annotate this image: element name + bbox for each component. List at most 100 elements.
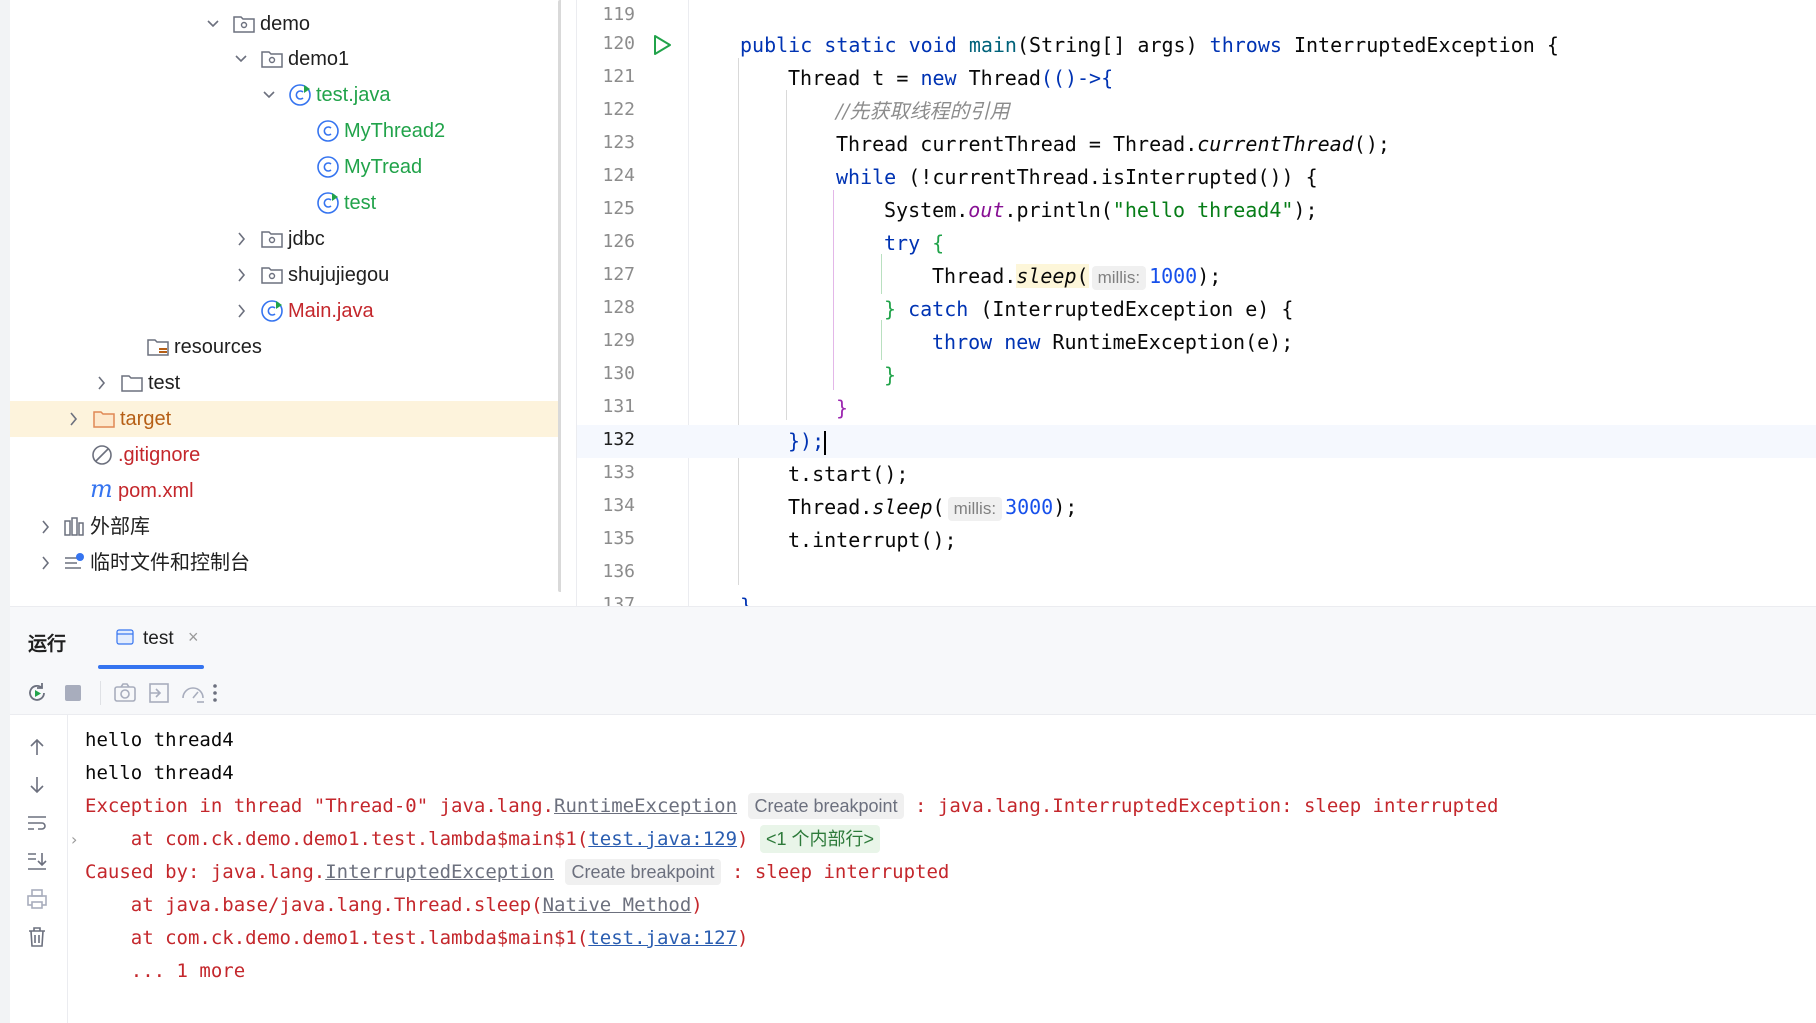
chevron-down-icon[interactable] xyxy=(206,15,220,33)
code-line: 131 } xyxy=(577,392,1816,425)
restore-layout-icon[interactable] xyxy=(146,680,172,706)
tree-item-test-folder[interactable]: test xyxy=(10,365,561,401)
tree-item-label: shujujiegou xyxy=(288,264,390,286)
tree-item-external-libraries[interactable]: 外部库 xyxy=(10,509,561,545)
trash-icon[interactable] xyxy=(25,925,49,949)
package-folder-icon xyxy=(261,231,283,248)
down-arrow-icon[interactable] xyxy=(25,773,49,797)
code-line: 129 throw new RuntimeException(e); xyxy=(577,326,1816,359)
chevron-right-icon[interactable] xyxy=(38,554,52,572)
rerun-icon[interactable] xyxy=(24,680,50,706)
param-hint: millis: xyxy=(947,497,1003,521)
code-text: Thread.sleep(millis: 3000); xyxy=(788,495,1078,521)
run-tab-bar: 运行 test × xyxy=(10,607,1816,669)
console-line: at java.base/java.lang.Thread.sleep(Nati… xyxy=(85,894,703,916)
tab-test[interactable]: test × xyxy=(88,621,214,669)
tree-item-test-java[interactable]: test.java xyxy=(10,77,561,113)
tree-item-gitignore[interactable]: .gitignore xyxy=(10,437,561,473)
soft-wrap-icon[interactable] xyxy=(25,811,49,835)
tree-item-test-class[interactable]: test xyxy=(10,185,561,221)
create-breakpoint-button[interactable]: Create breakpoint xyxy=(748,793,904,819)
tree-item-demo[interactable]: demo xyxy=(10,6,561,42)
line-number: 121 xyxy=(602,66,635,87)
stop-icon[interactable] xyxy=(60,680,86,706)
create-breakpoint-button[interactable]: Create breakpoint xyxy=(565,859,721,885)
resources-folder-icon xyxy=(147,339,169,356)
tree-item-label: MyTread xyxy=(344,156,423,178)
console-output[interactable]: hello thread4 hello thread4 Exception in… xyxy=(71,725,1816,989)
line-number: 127 xyxy=(602,264,635,285)
up-arrow-icon[interactable] xyxy=(25,735,49,759)
tree-item-target[interactable]: target xyxy=(10,401,561,437)
code-text: while (!currentThread.isInterrupted()) { xyxy=(836,165,1318,189)
tree-item-main-java[interactable]: Main.java xyxy=(10,293,561,329)
tree-item-label: Main.java xyxy=(288,300,374,322)
text-caret xyxy=(824,430,827,455)
tree-item-resources[interactable]: resources xyxy=(10,329,561,365)
source-link[interactable]: test.java:129 xyxy=(588,828,737,850)
tree-item-label: target xyxy=(120,408,172,430)
code-line: 121 Thread t = new Thread(()->{ xyxy=(577,62,1816,95)
code-text: }); xyxy=(788,429,827,455)
console-line: at com.ck.demo.demo1.test.lambda$main$1(… xyxy=(85,927,749,949)
scratches-icon xyxy=(65,553,84,569)
package-folder-icon xyxy=(261,51,283,68)
screenshot-icon[interactable] xyxy=(112,680,138,706)
project-tree: demo demo1 test.java MyThread2 MyTread t… xyxy=(0,0,561,606)
code-text: Thread t = new Thread(()->{ xyxy=(788,66,1114,90)
tree-item-label: demo xyxy=(260,13,311,35)
print-icon[interactable] xyxy=(25,887,49,911)
chevron-right-icon[interactable] xyxy=(94,374,108,392)
tree-item-label: test xyxy=(148,372,181,394)
tree-item-label: resources xyxy=(174,336,262,358)
tree-scrollbar[interactable] xyxy=(558,0,561,592)
native-method-link[interactable]: Native Method xyxy=(543,894,692,916)
code-line: 133 t.start(); xyxy=(577,458,1816,491)
source-link[interactable]: test.java:127 xyxy=(588,927,737,949)
code-comment: //先获取线程的引用 xyxy=(836,99,1010,123)
line-number: 135 xyxy=(602,528,635,549)
code-line: 123 Thread currentThread = Thread.curren… xyxy=(577,128,1816,161)
console-tab-icon xyxy=(116,629,134,645)
chevron-right-icon[interactable] xyxy=(38,518,52,536)
tree-item-jdbc[interactable]: jdbc xyxy=(10,221,561,257)
class-link[interactable]: RuntimeException xyxy=(554,795,737,817)
class-link[interactable]: InterruptedException xyxy=(325,861,554,883)
chevron-right-icon[interactable] xyxy=(234,266,248,284)
tree-item-mytread[interactable]: MyTread xyxy=(10,149,561,185)
code-text: } xyxy=(884,363,897,387)
java-class-runnable-icon xyxy=(289,84,311,106)
console-side-toolbar xyxy=(10,715,68,1023)
param-hint: millis: xyxy=(1091,266,1147,290)
tree-item-label: 外部库 xyxy=(90,516,150,538)
ignored-file-icon xyxy=(92,445,112,465)
folder-icon xyxy=(121,375,143,392)
libraries-icon xyxy=(64,517,84,536)
chevron-right-icon[interactable] xyxy=(66,410,80,428)
close-icon[interactable]: × xyxy=(188,627,199,648)
scroll-to-end-icon[interactable] xyxy=(25,849,49,873)
line-number: 130 xyxy=(602,363,635,384)
code-text: System.out.println("hello thread4"); xyxy=(884,198,1318,222)
chevron-right-icon[interactable] xyxy=(234,302,248,320)
tree-item-pom-xml[interactable]: m pom.xml xyxy=(10,473,561,509)
run-tool-window: 运行 test × hello thread4 hello thread4 Ex… xyxy=(10,606,1816,1023)
run-toolbar xyxy=(10,669,1816,715)
line-number: 134 xyxy=(602,495,635,516)
tree-item-mythread2[interactable]: MyThread2 xyxy=(10,113,561,149)
more-icon[interactable] xyxy=(202,680,228,706)
tree-item-shujujiegou[interactable]: shujujiegou xyxy=(10,257,561,293)
code-text: t.interrupt(); xyxy=(788,528,957,552)
chevron-down-icon[interactable] xyxy=(234,50,248,68)
line-number: 124 xyxy=(602,165,635,186)
tree-item-scratches[interactable]: 临时文件和控制台 xyxy=(10,545,561,581)
maven-icon: m xyxy=(90,475,113,503)
chevron-right-icon[interactable] xyxy=(234,230,248,248)
chevron-right-icon[interactable]: › xyxy=(71,825,77,855)
internal-lines-fold[interactable]: <1 个内部行> xyxy=(759,825,880,853)
code-editor[interactable]: 新 * 119 120 public static void main(Stri… xyxy=(576,0,1816,606)
tree-item-demo1[interactable]: demo1 xyxy=(10,41,561,77)
console-line: ... 1 more xyxy=(85,960,246,982)
code-text: t.start(); xyxy=(788,462,909,486)
chevron-down-icon[interactable] xyxy=(262,86,276,104)
